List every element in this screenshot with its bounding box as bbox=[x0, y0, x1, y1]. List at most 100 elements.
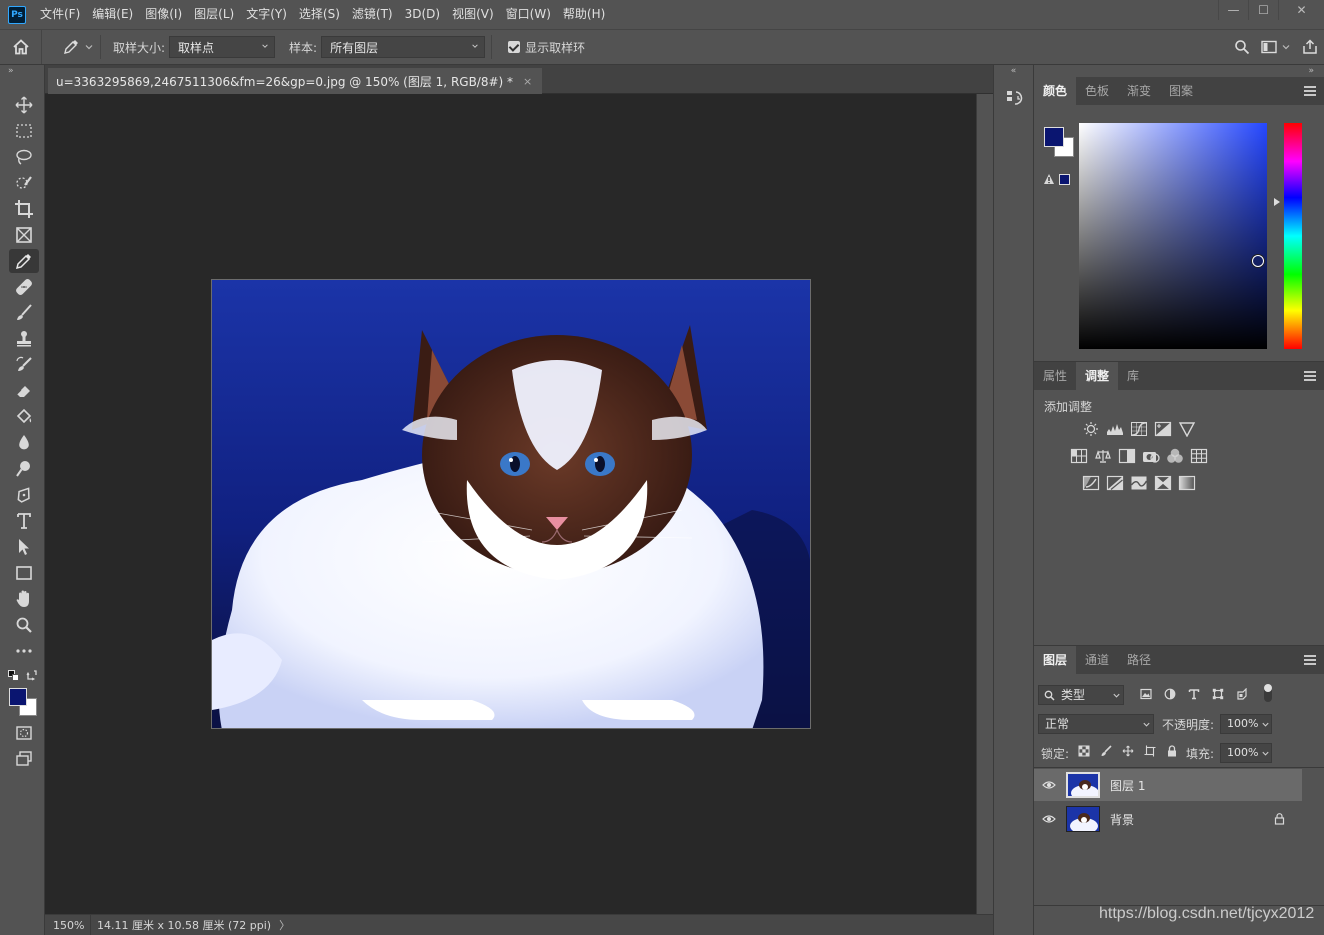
menu-view[interactable]: 视图(V) bbox=[446, 0, 500, 29]
crop-tool[interactable] bbox=[9, 197, 39, 221]
sample-select[interactable]: 所有图层 bbox=[321, 36, 486, 58]
close-button[interactable]: ✕ bbox=[1278, 0, 1324, 20]
panel-collapse-icon[interactable]: » bbox=[1034, 65, 1324, 77]
menu-file[interactable]: 文件(F) bbox=[34, 0, 86, 29]
color-picker-marker[interactable] bbox=[1252, 255, 1264, 267]
tab-color[interactable]: 颜色 bbox=[1034, 77, 1077, 105]
workspace-button[interactable] bbox=[1256, 33, 1296, 61]
lock-image-pixels-icon[interactable] bbox=[1100, 745, 1112, 757]
lock-position-icon[interactable] bbox=[1122, 745, 1134, 757]
pen-tool[interactable] bbox=[9, 483, 39, 507]
close-tab-icon[interactable]: × bbox=[523, 75, 532, 88]
edit-toolbar-button[interactable] bbox=[9, 639, 39, 663]
restore-button[interactable]: ☐ bbox=[1248, 0, 1278, 20]
tool-preset-picker[interactable] bbox=[62, 38, 94, 56]
blend-mode-select[interactable]: 正常 bbox=[1038, 714, 1154, 734]
gradient-map-icon[interactable] bbox=[1178, 475, 1196, 491]
screen-mode-button[interactable] bbox=[9, 747, 39, 771]
brightness-contrast-icon[interactable] bbox=[1082, 421, 1100, 437]
menu-filter[interactable]: 滤镜(T) bbox=[346, 0, 399, 29]
tab-swatches[interactable]: 色板 bbox=[1076, 77, 1118, 105]
paint-bucket-tool[interactable] bbox=[9, 405, 39, 429]
eyedropper-tool[interactable] bbox=[9, 249, 39, 273]
web-color-swatch[interactable] bbox=[1059, 174, 1070, 185]
history-panel-button[interactable] bbox=[1004, 87, 1026, 109]
home-button[interactable] bbox=[0, 30, 42, 64]
tab-layers[interactable]: 图层 bbox=[1034, 646, 1077, 674]
tab-patterns[interactable]: 图案 bbox=[1160, 77, 1202, 105]
menu-layer[interactable]: 图层(L) bbox=[188, 0, 240, 29]
color-lookup-icon[interactable] bbox=[1190, 448, 1208, 464]
foreground-color-swatch[interactable] bbox=[9, 688, 27, 706]
tab-adjustments[interactable]: 调整 bbox=[1076, 362, 1119, 390]
posterize-icon[interactable] bbox=[1106, 475, 1124, 491]
lock-artboard-icon[interactable] bbox=[1144, 745, 1156, 757]
frame-tool[interactable] bbox=[9, 223, 39, 247]
zoom-tool[interactable] bbox=[9, 613, 39, 637]
default-colors-icon[interactable] bbox=[8, 670, 20, 682]
channel-mixer-icon[interactable] bbox=[1166, 448, 1184, 464]
zoom-level[interactable]: 150% bbox=[45, 914, 91, 935]
path-selection-tool[interactable] bbox=[9, 535, 39, 559]
sample-size-select[interactable]: 取样点 bbox=[169, 36, 276, 58]
levels-icon[interactable] bbox=[1106, 421, 1124, 437]
curves-icon[interactable] bbox=[1130, 421, 1148, 437]
exposure-icon[interactable] bbox=[1154, 421, 1172, 437]
visibility-toggle[interactable] bbox=[1034, 780, 1064, 790]
quick-mask-button[interactable] bbox=[9, 721, 39, 745]
hue-slider[interactable] bbox=[1284, 123, 1302, 349]
panel-collapse-icon[interactable]: » bbox=[0, 65, 44, 77]
hand-tool[interactable] bbox=[9, 587, 39, 611]
type-tool[interactable] bbox=[9, 509, 39, 533]
search-button[interactable] bbox=[1228, 33, 1256, 61]
history-brush-tool[interactable] bbox=[9, 353, 39, 377]
eraser-tool[interactable] bbox=[9, 379, 39, 403]
foreground-color-swatch[interactable] bbox=[1044, 127, 1064, 147]
photo-filter-icon[interactable] bbox=[1142, 448, 1160, 464]
document-tab[interactable]: u=3363295869,2467511306&fm=26&gp=0.jpg @… bbox=[48, 68, 543, 94]
menu-image[interactable]: 图像(I) bbox=[139, 0, 188, 29]
swap-colors-icon[interactable] bbox=[26, 669, 38, 681]
visibility-toggle[interactable] bbox=[1034, 814, 1064, 824]
filter-type-layer-icon[interactable] bbox=[1188, 688, 1200, 700]
layer-row[interactable]: 背景 bbox=[1034, 803, 1302, 835]
tab-libraries[interactable]: 库 bbox=[1118, 362, 1148, 390]
filter-shape-layer-icon[interactable] bbox=[1212, 688, 1224, 700]
status-menu-arrow-icon[interactable]: 〉 bbox=[279, 917, 290, 933]
clone-stamp-tool[interactable] bbox=[9, 327, 39, 351]
saturation-brightness-field[interactable] bbox=[1079, 123, 1267, 349]
panel-collapse-icon[interactable]: « bbox=[994, 65, 1033, 77]
filter-adjustment-layer-icon[interactable] bbox=[1164, 688, 1176, 700]
menu-edit[interactable]: 编辑(E) bbox=[86, 0, 139, 29]
image-canvas[interactable] bbox=[211, 279, 811, 729]
lasso-tool[interactable] bbox=[9, 145, 39, 169]
menu-select[interactable]: 选择(S) bbox=[293, 0, 346, 29]
lock-transparent-pixels-icon[interactable] bbox=[1078, 745, 1090, 757]
rectangle-tool[interactable] bbox=[9, 561, 39, 585]
filter-toggle-switch[interactable] bbox=[1264, 684, 1272, 702]
menu-help[interactable]: 帮助(H) bbox=[557, 0, 611, 29]
dodge-tool[interactable] bbox=[9, 457, 39, 481]
panel-menu-icon[interactable] bbox=[1304, 655, 1316, 665]
tab-paths[interactable]: 路径 bbox=[1118, 646, 1160, 674]
tab-channels[interactable]: 通道 bbox=[1076, 646, 1118, 674]
share-button[interactable] bbox=[1296, 33, 1324, 61]
layer-name[interactable]: 背景 bbox=[1110, 811, 1134, 828]
hue-slider-marker[interactable] bbox=[1274, 198, 1280, 206]
tab-properties[interactable]: 属性 bbox=[1034, 362, 1076, 390]
marquee-tool[interactable] bbox=[9, 119, 39, 143]
filter-pixel-layer-icon[interactable] bbox=[1140, 688, 1152, 700]
menu-type[interactable]: 文字(Y) bbox=[240, 0, 293, 29]
quick-selection-tool[interactable] bbox=[9, 171, 39, 195]
filter-smart-object-icon[interactable] bbox=[1236, 688, 1248, 700]
panel-menu-icon[interactable] bbox=[1304, 86, 1316, 96]
lock-all-icon[interactable] bbox=[1166, 745, 1178, 757]
layer-row[interactable]: 图层 1 bbox=[1034, 769, 1302, 801]
black-white-icon[interactable] bbox=[1118, 448, 1136, 464]
tab-gradients[interactable]: 渐变 bbox=[1118, 77, 1160, 105]
minimize-button[interactable]: — bbox=[1218, 0, 1248, 20]
invert-icon[interactable] bbox=[1082, 475, 1100, 491]
healing-brush-tool[interactable] bbox=[9, 275, 39, 299]
hue-saturation-icon[interactable] bbox=[1070, 448, 1088, 464]
color-balance-icon[interactable] bbox=[1094, 448, 1112, 464]
